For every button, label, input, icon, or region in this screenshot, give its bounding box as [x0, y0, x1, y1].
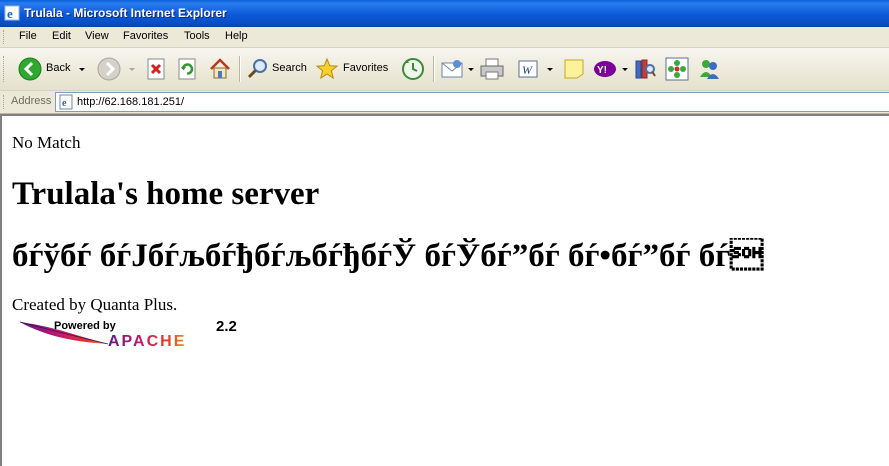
printer-icon	[480, 58, 504, 80]
address-label: Address	[11, 95, 52, 107]
refresh-icon	[178, 58, 196, 80]
no-match-text: No Match	[12, 133, 81, 152]
search-icon	[247, 59, 267, 79]
internet-explorer-icon: e	[4, 5, 20, 21]
powered-by-apache-badge[interactable]: Powered by APACHE 2.2	[18, 318, 270, 348]
word-edit-icon: W	[518, 60, 538, 78]
mail-icon	[441, 60, 463, 78]
address-input[interactable]: e http://62.168.181.251/	[55, 92, 889, 112]
icq-flower-icon	[665, 57, 689, 81]
history-button[interactable]	[400, 55, 426, 83]
stop-icon	[147, 58, 165, 80]
favorites-label: Favorites	[343, 62, 389, 74]
icq-button[interactable]	[664, 55, 690, 83]
favorites-button[interactable]: Favorites	[314, 55, 394, 83]
page-content: No Match Trulala's home server бѓўбѓ бѓЈ…	[0, 114, 889, 466]
search-label: Search	[272, 62, 307, 74]
apache-name-text: APACHE	[108, 333, 186, 348]
menu-grip[interactable]	[3, 30, 7, 44]
refresh-button[interactable]	[176, 55, 200, 83]
research-icon	[635, 59, 656, 79]
mail-button[interactable]	[439, 55, 475, 83]
search-button[interactable]: Search	[245, 55, 307, 83]
edit-dropdown-icon[interactable]	[547, 68, 553, 71]
svg-text:e: e	[7, 6, 13, 21]
mail-dropdown-icon[interactable]	[468, 68, 474, 71]
home-icon	[210, 58, 230, 79]
menu-view[interactable]: View	[85, 30, 109, 42]
yahoo-icon: Y!	[594, 61, 616, 77]
note-icon	[564, 59, 584, 79]
apache-version-text: 2.2	[216, 318, 237, 335]
messenger-button[interactable]	[696, 55, 722, 83]
discuss-button[interactable]	[561, 55, 587, 83]
edit-button[interactable]: W	[514, 55, 556, 83]
page-heading: Trulala's home server	[12, 176, 320, 212]
title-bar[interactable]: e Trulala - Microsoft Internet Explorer	[0, 0, 889, 27]
menu-file[interactable]: File	[19, 30, 37, 42]
menu-bar: File Edit View Favorites Tools Help	[0, 27, 889, 48]
forward-arrow-icon	[97, 57, 121, 81]
print-button[interactable]	[478, 55, 506, 83]
back-dropdown-icon[interactable]	[79, 68, 85, 71]
created-by-text: Created by Quanta Plus.	[12, 295, 178, 314]
home-button[interactable]	[207, 55, 233, 83]
menu-help[interactable]: Help	[225, 30, 248, 42]
stop-button[interactable]	[145, 55, 169, 83]
star-icon	[315, 57, 339, 80]
svg-text:W: W	[522, 63, 533, 77]
yahoo-dropdown-icon[interactable]	[622, 68, 628, 71]
forward-dropdown-icon[interactable]	[129, 68, 135, 71]
toolbar-separator	[433, 56, 435, 82]
window-title: Trulala - Microsoft Internet Explorer	[24, 6, 227, 20]
history-icon	[402, 58, 424, 80]
menu-edit[interactable]: Edit	[52, 30, 71, 42]
forward-button[interactable]	[95, 55, 139, 83]
toolbar-grip[interactable]	[3, 56, 7, 82]
research-button[interactable]	[632, 55, 658, 83]
page-icon: e	[59, 94, 73, 110]
garbled-heading: бѓўбѓ бѓЈбѓљбѓђбѓљбѓђбѓЎ бѓЎбѓ”бѓ бѓ•бѓ”…	[12, 238, 764, 274]
ie-window: e Trulala - Microsoft Internet Explorer …	[0, 0, 889, 466]
menu-tools[interactable]: Tools	[184, 30, 210, 42]
svg-text:Y!: Y!	[597, 65, 607, 76]
address-grip[interactable]	[3, 95, 7, 109]
messenger-buddies-icon	[700, 60, 719, 79]
powered-by-text: Powered by	[54, 320, 117, 332]
svg-text:e: e	[62, 98, 67, 109]
address-bar: Address e http://62.168.181.251/	[0, 91, 889, 114]
back-label: Back	[46, 62, 71, 74]
back-button[interactable]: Back	[16, 55, 88, 83]
back-arrow-icon	[18, 57, 42, 81]
url-text: http://62.168.181.251/	[77, 96, 185, 108]
yahoo-button[interactable]: Y!	[593, 55, 629, 83]
menu-favorites[interactable]: Favorites	[123, 30, 168, 42]
toolbar-separator	[239, 56, 241, 82]
standard-toolbar: Back Search Favorites W Y!	[0, 48, 889, 91]
